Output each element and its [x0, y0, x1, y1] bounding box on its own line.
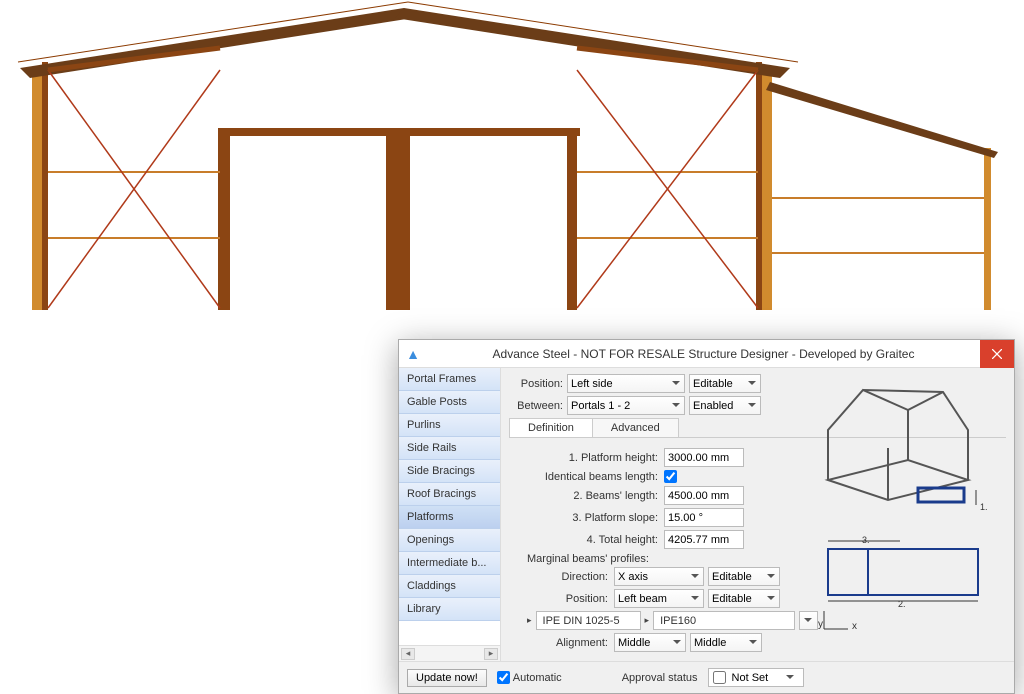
between-select[interactable]: Portals 1 - 2	[567, 396, 685, 415]
platform-slope-input[interactable]	[664, 508, 744, 527]
update-button[interactable]: Update now!	[407, 669, 487, 687]
automatic-checkbox-wrap[interactable]: Automatic	[497, 671, 562, 684]
close-button[interactable]	[980, 340, 1014, 368]
sidebar-item-gable-posts[interactable]: Gable Posts	[399, 391, 500, 414]
position-mode-select[interactable]: Editable	[689, 374, 761, 393]
sidebar-item-platforms[interactable]: Platforms	[399, 506, 500, 529]
sidebar-item-library[interactable]: Library	[399, 598, 500, 621]
approval-label: Approval status	[622, 672, 698, 684]
tab-definition[interactable]: Definition	[509, 418, 593, 437]
structure-designer-dialog: ▲ Advance Steel - NOT FOR RESALE Structu…	[398, 339, 1015, 694]
identical-beams-label: Identical beams length:	[509, 471, 664, 483]
app-icon: ▲	[399, 340, 427, 368]
direction-select[interactable]: X axis	[614, 567, 704, 586]
tab-advanced[interactable]: Advanced	[592, 418, 679, 437]
dialog-footer: Update now! Automatic Approval status No…	[399, 661, 1014, 693]
sidebar-item-roof-bracings[interactable]: Roof Bracings	[399, 483, 500, 506]
position-select[interactable]: Left side	[567, 374, 685, 393]
sidebar-scrollbar[interactable]: ◂ ▸	[399, 645, 500, 661]
profile-size[interactable]: IPE160	[653, 611, 795, 630]
alignment-h-select[interactable]: Middle	[614, 633, 686, 652]
beams-length-label: 2. Beams' length:	[509, 490, 664, 502]
identical-beams-checkbox[interactable]	[664, 470, 677, 483]
chevron-right-icon: ▸	[527, 615, 532, 626]
sidebar-item-side-bracings[interactable]: Side Bracings	[399, 460, 500, 483]
sidebar-item-side-rails[interactable]: Side Rails	[399, 437, 500, 460]
sidebar-item-claddings[interactable]: Claddings	[399, 575, 500, 598]
sidebar-item-openings[interactable]: Openings	[399, 529, 500, 552]
svg-text:1.: 1.	[980, 502, 988, 512]
alignment-label: Alignment:	[509, 637, 614, 649]
structural-front-view	[0, 0, 1024, 330]
profile-standard[interactable]: IPE DIN 1025-5	[536, 611, 641, 630]
between-label: Between:	[509, 400, 563, 412]
approval-checkbox[interactable]	[713, 671, 726, 684]
svg-text:x: x	[852, 621, 857, 631]
dialog-title: Advance Steel - NOT FOR RESALE Structure…	[427, 347, 980, 361]
mposition-label: Position:	[509, 593, 614, 605]
direction-label: Direction:	[509, 571, 614, 583]
between-mode-select[interactable]: Enabled	[689, 396, 761, 415]
platform-slope-label: 3. Platform slope:	[509, 512, 664, 524]
total-height-input[interactable]	[664, 530, 744, 549]
automatic-checkbox[interactable]	[497, 671, 510, 684]
titlebar: ▲ Advance Steel - NOT FOR RESALE Structu…	[399, 340, 1014, 368]
parameter-preview: 1. 3. 2. y x	[808, 370, 1008, 634]
mposition-mode-select[interactable]: Editable	[708, 589, 780, 608]
scroll-left-icon[interactable]: ◂	[401, 648, 415, 660]
scroll-right-icon[interactable]: ▸	[484, 648, 498, 660]
platform-height-label: 1. Platform height:	[509, 452, 664, 464]
svg-text:y: y	[818, 619, 823, 630]
sidebar-item-portal-frames[interactable]: Portal Frames	[399, 368, 500, 391]
alignment-v-select[interactable]: Middle	[690, 633, 762, 652]
position-label: Position:	[509, 378, 563, 390]
category-sidebar: Portal Frames Gable Posts Purlins Side R…	[399, 368, 501, 661]
chevron-right-icon: ▸	[645, 615, 650, 626]
direction-mode-select[interactable]: Editable	[708, 567, 780, 586]
platform-height-input[interactable]	[664, 448, 744, 467]
svg-text:3.: 3.	[862, 535, 870, 545]
sidebar-item-purlins[interactable]: Purlins	[399, 414, 500, 437]
beams-length-input[interactable]	[664, 486, 744, 505]
approval-select[interactable]: Not Set	[729, 668, 799, 687]
sidebar-item-intermediate-beams[interactable]: Intermediate b...	[399, 552, 500, 575]
automatic-label: Automatic	[513, 672, 562, 684]
mposition-select[interactable]: Left beam	[614, 589, 704, 608]
total-height-label: 4. Total height:	[509, 534, 664, 546]
